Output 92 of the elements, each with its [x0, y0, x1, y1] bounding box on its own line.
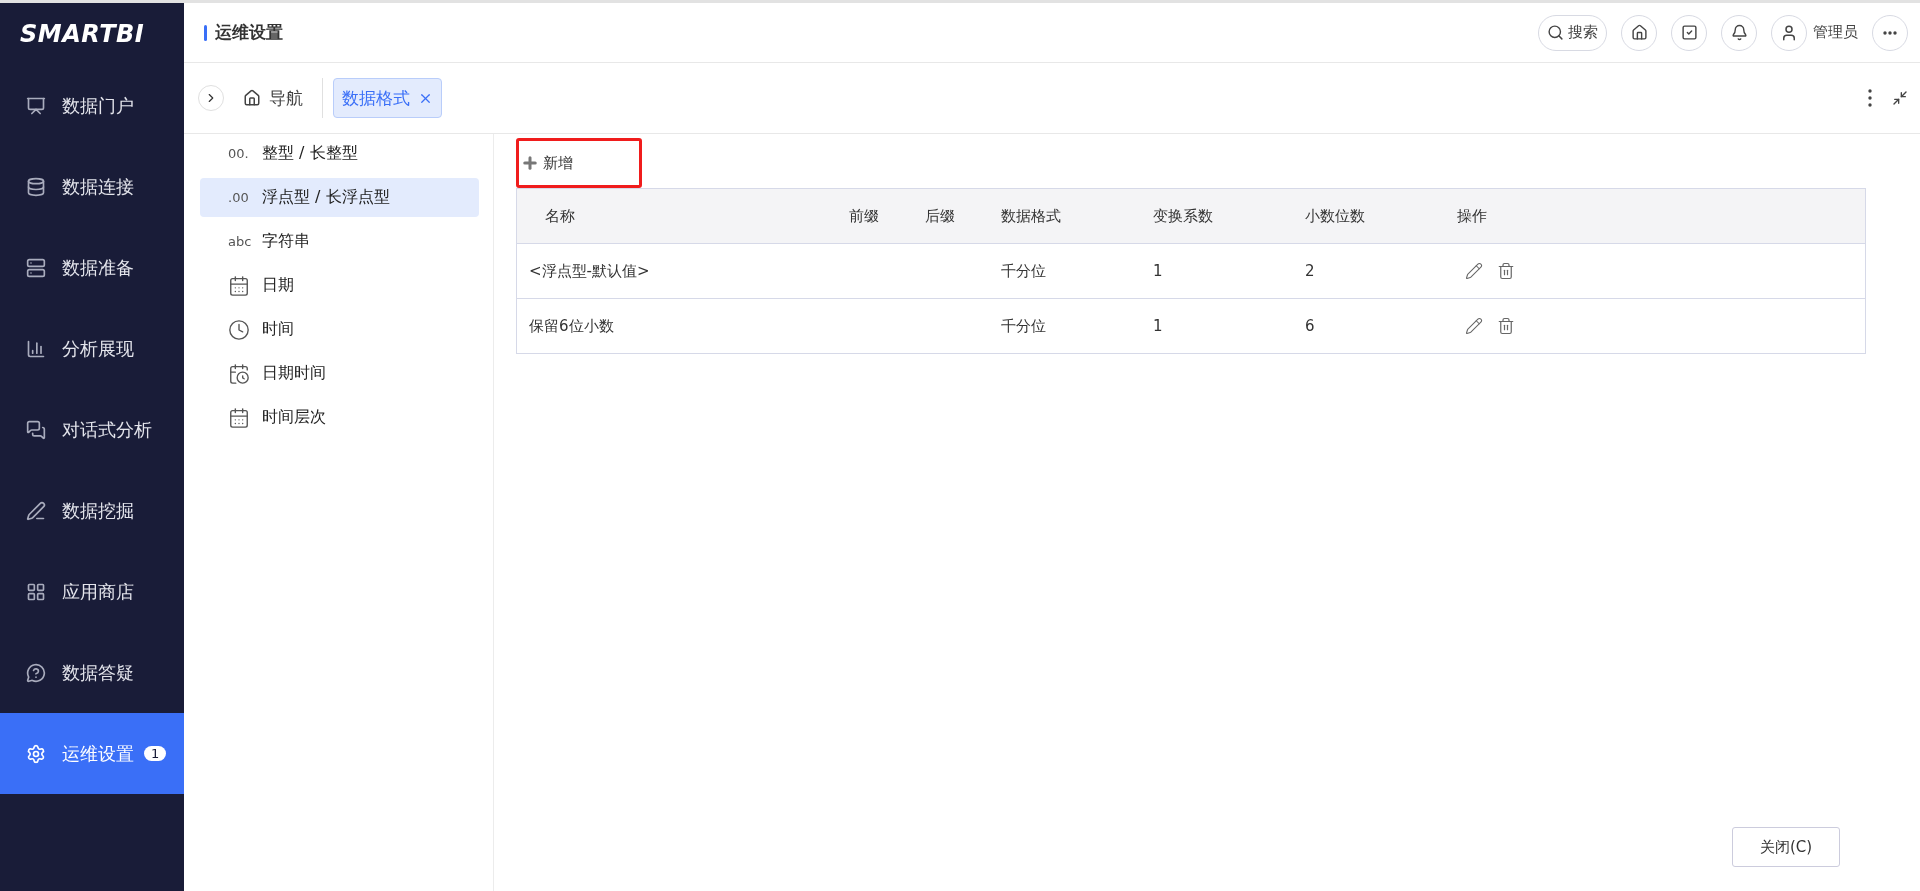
search-button[interactable]: 搜索	[1538, 14, 1607, 51]
sidebar-item[interactable]: 分析展现	[0, 308, 184, 389]
sidebar-label: 数据答疑	[62, 660, 134, 685]
format-glyph: abc	[228, 234, 250, 249]
table-cell-text: 2	[1304, 262, 1316, 280]
page-title: 运维设置	[215, 21, 283, 44]
table-cell-text: 6	[1304, 317, 1316, 335]
user-button[interactable]	[1771, 14, 1807, 51]
sidebar-label: 运维设置	[62, 741, 134, 766]
checkbox-icon	[1680, 24, 1698, 41]
user-icon	[1780, 23, 1798, 42]
format-type-item[interactable]: 时间	[200, 310, 479, 349]
sidebar-item[interactable]: 数据准备	[0, 227, 184, 308]
more-icon[interactable]	[1868, 89, 1872, 107]
bell-icon	[1730, 24, 1748, 41]
table-cell-text: 1	[1152, 317, 1164, 335]
column-header: 小数位数	[1304, 206, 1366, 226]
sidebar-label: 分析展现	[62, 336, 134, 361]
sidebar-item[interactable]: 数据门户	[0, 65, 184, 146]
format-type-item[interactable]: 时间层次	[200, 398, 479, 437]
search-icon	[1547, 24, 1564, 41]
home-icon	[243, 89, 261, 107]
tab[interactable]: 导航	[234, 78, 312, 118]
trash-icon[interactable]	[1497, 262, 1515, 280]
format-type-item[interactable]: 00. 整型 / 长整型	[200, 134, 479, 173]
format-type-item[interactable]: 日期	[200, 266, 479, 305]
format-type-label: 日期	[262, 275, 294, 296]
sidebar-label: 数据挖掘	[62, 498, 134, 523]
format-type-label: 字符串	[262, 231, 310, 252]
format-type-item[interactable]: 日期时间	[200, 354, 479, 393]
notification-button[interactable]	[1721, 14, 1757, 51]
table-cell-text: 保留6位小数	[528, 316, 615, 336]
table-cell-text: <浮点型-默认值>	[528, 261, 651, 281]
close-button[interactable]: 关闭(C)	[1732, 827, 1840, 867]
database-icon	[26, 176, 46, 197]
column-header: 名称	[544, 206, 576, 226]
format-type-label: 时间	[262, 319, 294, 340]
pen-icon	[26, 500, 46, 521]
edit-icon[interactable]	[1465, 262, 1483, 280]
sidebar-label: 数据连接	[62, 174, 134, 199]
format-type-item[interactable]: abc 字符串	[200, 222, 479, 261]
title-accent	[204, 24, 207, 41]
column-header: 前缀	[848, 206, 880, 226]
table-cell-text: 1	[1152, 262, 1164, 280]
grid-icon	[26, 581, 46, 602]
sidebar-item[interactable]: 数据挖掘	[0, 470, 184, 551]
presentation-icon	[26, 95, 46, 116]
column-header: 后缀	[924, 206, 956, 226]
more-icon	[1883, 30, 1897, 35]
table-cell-text: 千分位	[1000, 316, 1047, 336]
column-header: 变换系数	[1152, 206, 1214, 226]
sidebar-item[interactable]: 应用商店	[0, 551, 184, 632]
trash-icon[interactable]	[1497, 317, 1515, 335]
server-icon	[26, 257, 46, 278]
sidebar-item[interactable]: 数据连接	[0, 146, 184, 227]
chat-icon	[26, 419, 46, 440]
home-icon	[1630, 24, 1648, 41]
format-type-label: 整型 / 长整型	[262, 143, 358, 164]
format-type-label: 日期时间	[262, 363, 326, 384]
settings-icon	[26, 743, 46, 764]
sidebar-item[interactable]: 运维设置 1	[0, 713, 184, 794]
column-header: 数据格式	[1000, 206, 1062, 226]
sidebar-label: 数据门户	[62, 93, 134, 118]
sidebar-label: 应用商店	[62, 579, 134, 604]
user-name[interactable]: 管理员	[1813, 23, 1858, 42]
sidebar-item[interactable]: 对话式分析	[0, 389, 184, 470]
tab[interactable]: 数据格式	[333, 78, 442, 118]
calendar-icon	[228, 274, 250, 297]
plus-icon	[521, 154, 539, 172]
format-glyph: 00.	[228, 146, 250, 161]
format-type-item[interactable]: .00 浮点型 / 长浮点型	[200, 178, 479, 217]
column-header: 操作	[1456, 206, 1488, 226]
logo: SMARTBI	[19, 19, 146, 50]
add-button[interactable]: 新增	[521, 153, 573, 173]
more-button[interactable]	[1872, 14, 1908, 51]
calendar-clock-icon	[228, 362, 250, 385]
question-icon	[26, 662, 46, 683]
sidebar-label: 对话式分析	[62, 417, 152, 442]
format-type-label: 浮点型 / 长浮点型	[262, 187, 390, 208]
edit-icon[interactable]	[1465, 317, 1483, 335]
calendar-icon	[228, 406, 250, 429]
collapse-icon[interactable]	[1892, 90, 1908, 106]
count-badge: 1	[144, 746, 167, 761]
format-glyph: .00	[228, 190, 250, 205]
home-button[interactable]	[1621, 14, 1657, 51]
sidebar-item[interactable]: 数据答疑	[0, 632, 184, 713]
clock-icon	[228, 318, 250, 341]
sidebar-label: 数据准备	[62, 255, 134, 280]
task-button[interactable]	[1671, 14, 1707, 51]
table-cell-text: 千分位	[1000, 261, 1047, 281]
bar-chart-icon	[26, 338, 46, 359]
format-type-label: 时间层次	[262, 407, 326, 428]
